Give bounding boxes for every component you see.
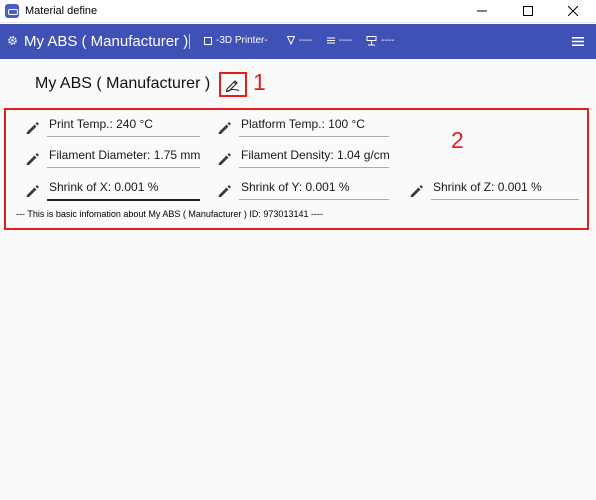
shrink-y-value: Shrink of Y: 0.001 % bbox=[241, 180, 350, 194]
pencil-icon[interactable] bbox=[25, 151, 39, 165]
header-material-title: My ABS ( Manufacturer ) bbox=[24, 33, 189, 50]
printer-selector[interactable]: -3D Printer- bbox=[204, 35, 268, 46]
printer-label: -3D Printer- bbox=[216, 35, 268, 46]
nozzle-value: ---- bbox=[299, 35, 313, 46]
maximize-button[interactable] bbox=[505, 0, 551, 23]
nozzle-status: ---- bbox=[287, 35, 312, 46]
layers-icon bbox=[327, 37, 335, 44]
layer-status: ---- bbox=[327, 35, 352, 46]
shrink-x-value: Shrink of X: 0.001 % bbox=[49, 180, 159, 194]
fan-icon bbox=[366, 35, 377, 45]
pencil-icon[interactable] bbox=[25, 183, 39, 197]
pencil-icon[interactable] bbox=[409, 183, 423, 197]
material-heading: My ABS ( Manufacturer ) bbox=[35, 75, 211, 92]
field-underline bbox=[431, 199, 579, 200]
annotation-number-1: 1 bbox=[253, 69, 266, 95]
field-underline bbox=[239, 199, 389, 200]
fan-status: ---- bbox=[366, 35, 394, 46]
gear-icon[interactable] bbox=[7, 35, 18, 46]
filament-diameter-value: Filament Diameter: 1.75 mm bbox=[49, 148, 201, 162]
pencil-icon[interactable] bbox=[217, 120, 231, 134]
edit-material-name-button[interactable] bbox=[219, 72, 247, 97]
shrink-y-field[interactable]: Shrink of Y: 0.001 % bbox=[217, 180, 392, 202]
material-info-text: --- This is basic infomation about My AB… bbox=[16, 209, 323, 219]
close-button[interactable] bbox=[550, 0, 596, 23]
minimize-icon bbox=[477, 10, 487, 12]
field-underline bbox=[47, 167, 200, 168]
platform-temp-value: Platform Temp.: 100 °C bbox=[241, 117, 365, 131]
fan-value: ---- bbox=[381, 35, 395, 46]
shrink-z-field[interactable]: Shrink of Z: 0.001 % bbox=[409, 180, 584, 202]
maximize-icon bbox=[523, 6, 533, 16]
field-underline bbox=[239, 167, 389, 168]
shrink-x-field[interactable]: Shrink of X: 0.001 % bbox=[25, 180, 200, 202]
platform-temp-field[interactable]: Platform Temp.: 100 °C bbox=[217, 117, 392, 139]
field-underline bbox=[47, 199, 200, 201]
annotation-number-2: 2 bbox=[451, 127, 464, 153]
field-underline bbox=[47, 136, 200, 137]
nozzle-icon bbox=[287, 36, 295, 45]
layer-value: ---- bbox=[339, 35, 353, 46]
pen-edit-icon bbox=[225, 79, 240, 92]
material-content: My ABS ( Manufacturer ) 1 2 Print Temp.:… bbox=[0, 59, 596, 500]
close-icon bbox=[568, 6, 578, 16]
window-title: Material define bbox=[25, 5, 98, 17]
minimize-button[interactable] bbox=[459, 0, 505, 23]
print-temp-value: Print Temp.: 240 °C bbox=[49, 117, 153, 131]
app-logo-icon bbox=[5, 4, 19, 18]
pencil-icon[interactable] bbox=[217, 183, 231, 197]
app-header: My ABS ( Manufacturer ) -3D Printer- ---… bbox=[0, 24, 596, 59]
filament-diameter-field[interactable]: Filament Diameter: 1.75 mm bbox=[25, 148, 200, 170]
print-temp-field[interactable]: Print Temp.: 240 °C bbox=[25, 117, 200, 139]
field-underline bbox=[239, 136, 389, 137]
hamburger-menu-icon[interactable] bbox=[572, 36, 584, 47]
header-divider bbox=[189, 34, 190, 49]
pencil-icon[interactable] bbox=[25, 120, 39, 134]
filament-density-field[interactable]: Filament Density: 1.04 g/cm³ bbox=[217, 148, 392, 170]
pencil-icon[interactable] bbox=[217, 151, 231, 165]
filament-density-value: Filament Density: 1.04 g/cm³ bbox=[241, 148, 389, 162]
window-titlebar: Material define bbox=[0, 0, 596, 23]
shrink-z-value: Shrink of Z: 0.001 % bbox=[433, 180, 542, 194]
printer-icon bbox=[204, 36, 212, 45]
